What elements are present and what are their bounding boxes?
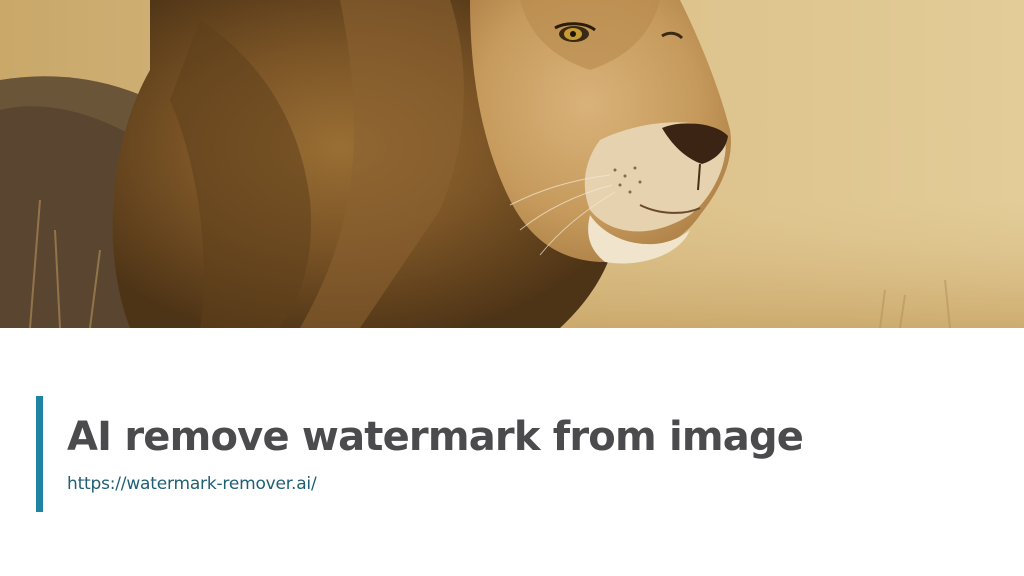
title-block: AI remove watermark from image https://w… xyxy=(36,396,936,512)
lion-photo xyxy=(0,0,1024,328)
slide-subtitle-url: https://watermark-remover.ai/ xyxy=(67,474,317,494)
slide-title: AI remove watermark from image xyxy=(67,414,804,460)
slide: AI remove watermark from image https://w… xyxy=(0,0,1024,576)
accent-bar xyxy=(36,396,43,512)
hero-image xyxy=(0,0,1024,328)
